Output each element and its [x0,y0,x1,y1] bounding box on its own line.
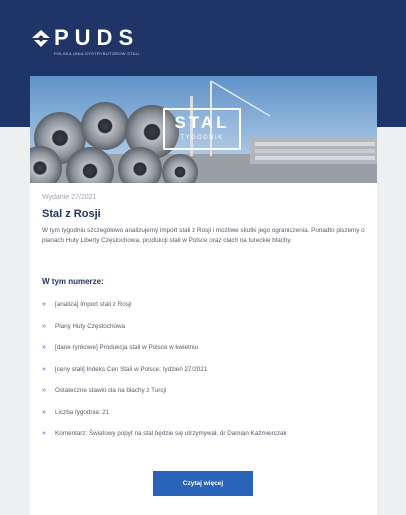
list-item[interactable]: » Komentarz: Światowy popyt na stal będzi… [42,429,372,451]
list-item-label: Ostateczne stawki cła na blachy z Turcji [55,387,167,394]
bullet-arrow-icon: » [42,365,46,373]
intro-paragraph: W tym tygodniu szczegółowo analizujemy i… [42,227,365,244]
badge-main: STAL [174,113,230,132]
list-item-label: Plany Huty Częstochowa [55,322,125,330]
bullet-arrow-icon: » [42,408,46,416]
list-item[interactable]: » [dane rynkowe] Produkcja stali w Polsce… [42,343,372,365]
logo-text: PUDS [54,25,140,50]
list-item-label: Komentarz: Światowy popyt na stal będzie… [55,430,287,437]
bullet-arrow-icon: » [42,301,46,308]
list-item[interactable]: » [ceny stali] Indeks Cen Stali w Polsce:… [42,365,372,387]
list-item[interactable]: » Liczba tygodnia: 21 [42,408,372,430]
puds-logo[interactable]: PUDS POLSKA UNIA DYSTRYBUTORÓW STALI [30,26,210,66]
badge-sub: TYGODNIK [180,135,224,141]
logo-mark-icon [32,30,50,47]
bullet-arrow-icon: » [42,322,46,330]
list-item-label: [analiza] Import stali z Rosji [55,301,132,308]
list-item-label: [ceny stali] Indeks Cen Stali w Polsce: … [55,365,208,373]
contents-heading: W tym numerze: [42,277,104,286]
list-item-label: [dane rynkowe] Produkcja stali w Polsce … [55,344,199,351]
contents-list: » [analiza] Import stali z Rosji » Plany H… [42,300,372,451]
newsletter-card: STAL TYGODNIK Wydanie 27/2021 Stal z Ros… [30,76,377,515]
list-item[interactable]: » Ostateczne stawki cła na blachy z Turcj… [42,386,372,408]
list-item-label: Liczba tygodnia: 21 [55,408,110,416]
list-item[interactable]: » Plany Huty Częstochowa [42,322,372,344]
newsletter-title: Stal z Rosji [42,208,101,220]
issue-number: Wydanie 27/2021 [42,194,97,201]
list-item[interactable]: » [analiza] Import stali z Rosji [42,300,372,322]
hero-image: STAL TYGODNIK [30,76,377,183]
bullet-arrow-icon: » [42,430,46,437]
bullet-arrow-icon: » [42,344,46,351]
bullet-arrow-icon: » [42,387,46,394]
stal-tygodnik-badge: STAL TYGODNIK [163,108,241,150]
read-more-button[interactable]: Czytaj więcej [153,471,253,496]
logo-subtitle: POLSKA UNIA DYSTRYBUTORÓW STALI [54,51,140,56]
